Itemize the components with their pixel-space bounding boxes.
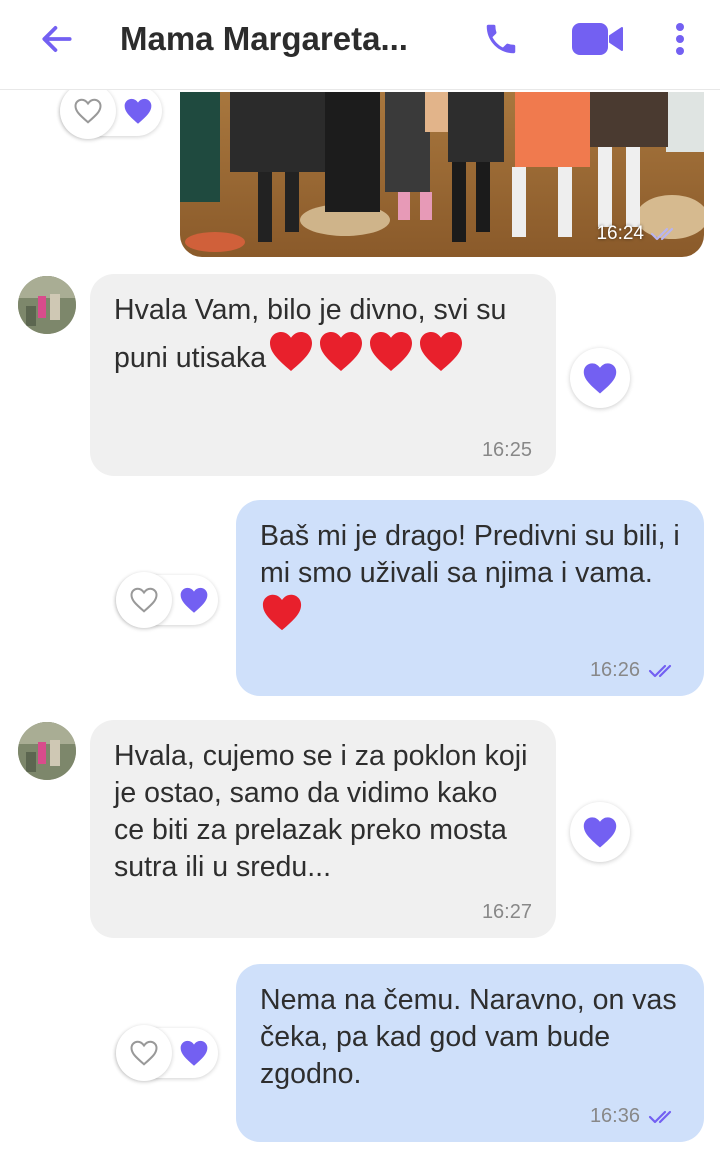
video-camera-icon: [572, 23, 623, 55]
read-checks-icon: [648, 664, 672, 677]
red-heart-emoji: [416, 329, 466, 383]
reaction-pill: [60, 83, 162, 139]
message-text: Hvala, cujemo se i za poklon koji je ost…: [114, 740, 536, 883]
message-time: 16:25: [481, 439, 532, 461]
reaction-pill: [116, 1025, 218, 1081]
red-heart-emoji: [266, 329, 316, 383]
heart-outline-icon: [130, 587, 158, 613]
like-button[interactable]: [570, 348, 630, 408]
outgoing-message[interactable]: Baš mi je drago! Predivni su bili, i mi …: [236, 500, 704, 696]
like-button[interactable]: [116, 572, 172, 628]
reaction-heart: [178, 1039, 210, 1067]
red-heart-emoji: [366, 329, 416, 383]
reaction-heart: [178, 586, 210, 614]
red-heart-emoji: [260, 592, 304, 642]
back-arrow-icon: [42, 26, 72, 52]
heart-outline-icon: [74, 98, 102, 124]
avatar[interactable]: [18, 276, 76, 334]
read-checks-icon: [650, 227, 674, 241]
message-text: Baš mi je drago! Predivni su bili, i mi …: [260, 520, 688, 589]
message-time: 16:24: [596, 223, 680, 245]
chat-header: Mama Margareta...: [0, 0, 720, 90]
red-heart-emoji: [316, 329, 366, 383]
phone-icon: [486, 24, 516, 54]
avatar-photo: [18, 722, 76, 780]
back-button[interactable]: [36, 18, 78, 60]
like-button[interactable]: [570, 802, 630, 862]
contact-name[interactable]: Mama Margareta...: [120, 18, 408, 60]
like-button[interactable]: [116, 1025, 172, 1081]
more-vertical-icon: [676, 23, 684, 55]
heart-outline-icon: [130, 1040, 158, 1066]
message-time: 16:26: [590, 659, 680, 682]
message-time: 16:27: [481, 901, 532, 923]
heart-filled-icon: [180, 587, 208, 613]
reaction-pill: [116, 572, 218, 628]
heart-filled-icon: [180, 1040, 208, 1066]
message-time: 16:36: [590, 1105, 680, 1128]
reaction-heart: [122, 97, 154, 125]
avatar-photo: [18, 276, 76, 334]
read-checks-icon: [648, 1110, 672, 1123]
heart-filled-icon: [124, 98, 152, 124]
like-button[interactable]: [60, 83, 116, 139]
heart-filled-icon: [583, 363, 617, 394]
outgoing-message[interactable]: Nema na čemu. Naravno, on vas čeka, pa k…: [236, 964, 704, 1142]
avatar[interactable]: [18, 722, 76, 780]
more-options-button[interactable]: [664, 16, 696, 62]
incoming-message[interactable]: Hvala, cujemo se i za poklon koji je ost…: [90, 720, 556, 938]
incoming-message[interactable]: Hvala Vam, bilo je divno, svi su puni ut…: [90, 274, 556, 476]
shared-photo[interactable]: 16:24: [180, 92, 704, 257]
voice-call-button[interactable]: [478, 16, 524, 62]
video-call-button[interactable]: [568, 16, 628, 62]
heart-filled-icon: [583, 817, 617, 848]
message-text: Nema na čemu. Naravno, on vas čeka, pa k…: [260, 984, 685, 1090]
